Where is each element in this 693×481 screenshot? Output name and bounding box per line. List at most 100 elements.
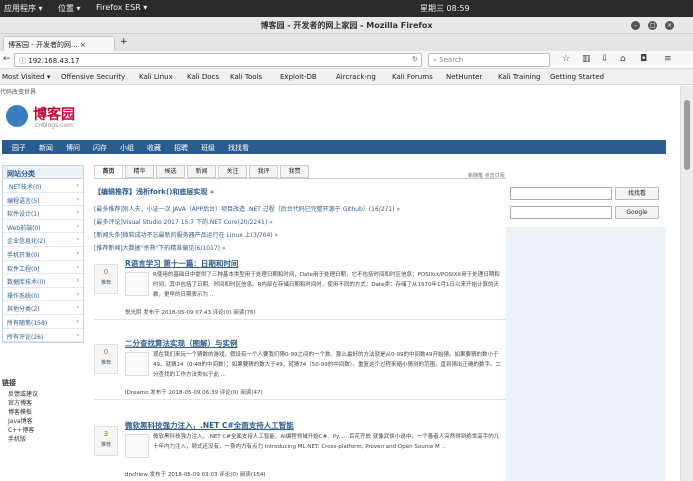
home-icon[interactable]: ⌂ xyxy=(620,54,626,64)
bookmark-aircrack-ng[interactable]: Aircrack-ng xyxy=(336,73,376,81)
back-arrow-icon[interactable]: ← xyxy=(3,54,11,64)
avatar[interactable] xyxy=(125,434,149,458)
minimize-button[interactable]: – xyxy=(631,21,640,30)
link-mobile[interactable]: 手机版 xyxy=(8,435,84,444)
post-title[interactable]: R语言学习 第十一篇：日期和时间 xyxy=(125,258,238,269)
sidebar-item[interactable]: 软件工程(0) › xyxy=(3,261,83,275)
scrollbar[interactable] xyxy=(680,86,693,481)
bookmark-kali-linux[interactable]: Kali Linux xyxy=(139,73,173,81)
vote-count: 3 xyxy=(103,430,109,438)
applications-menu[interactable]: 应用程序 ▾ xyxy=(4,3,43,14)
web-page: 代码改变世界 博客园 cnblogs.com 园子 新闻 博问 闪存 小组 收藏… xyxy=(0,86,680,481)
menu-item-zzk[interactable]: 找找看 xyxy=(228,143,249,153)
tab-picked[interactable]: 精华 xyxy=(125,165,154,178)
search-input[interactable]: ⌕ Search xyxy=(428,53,550,67)
menu-item-edu[interactable]: 班级 xyxy=(201,143,215,153)
editor-recommend[interactable]: 【编辑推荐】浅析fork()和底层实现 » xyxy=(94,187,214,197)
firefox-app-menu[interactable]: Firefox ESR ▾ xyxy=(96,3,147,12)
sidebar-item[interactable]: 企业信息化(2) › xyxy=(3,233,83,247)
hamburger-menu-icon[interactable]: ≡ xyxy=(664,54,672,64)
tab-cnblogs[interactable]: 博客园 - 开发者的网... × xyxy=(3,36,115,51)
pocket-icon[interactable]: ◘ xyxy=(640,54,647,64)
menu-item-wz[interactable]: 收藏 xyxy=(147,143,161,153)
downloads-icon[interactable]: ⇩ xyxy=(601,54,609,64)
bookmark-getting-started[interactable]: Getting Started xyxy=(550,73,604,81)
sidebar-item-label: 企业信息化(2) xyxy=(7,238,46,246)
bookmark-kali-training[interactable]: Kali Training xyxy=(498,73,541,81)
avatar[interactable] xyxy=(125,352,149,376)
site-search-button[interactable]: 找找看 xyxy=(615,187,659,200)
tab-home[interactable]: 首页 xyxy=(94,165,123,178)
menu-item-q[interactable]: 博问 xyxy=(66,143,80,153)
news-link[interactable]: [推荐新闻]大数据"杀熟"下的精准偏见(6/1017) » xyxy=(94,243,226,252)
maximize-button[interactable]: □ xyxy=(648,21,657,30)
library-icon[interactable]: ▥ xyxy=(582,54,591,64)
reload-icon[interactable]: ↻ xyxy=(412,55,418,63)
sidebar-item[interactable]: 所有随笔(158) › xyxy=(3,315,83,329)
places-menu[interactable]: 位置 ▾ xyxy=(58,3,81,14)
link-java-blog[interactable]: Java博客 xyxy=(8,417,84,426)
sidebar-item[interactable]: 数据库技术(0) › xyxy=(3,274,83,288)
sidebar-item[interactable]: 其他分类(2) › xyxy=(3,301,83,315)
vote-label: 推荐 xyxy=(100,280,111,286)
bookmark-nethunter[interactable]: NetHunter xyxy=(446,73,482,81)
tab-my-likes[interactable]: 我赞 xyxy=(280,165,309,178)
new-tab-button[interactable]: + xyxy=(120,37,128,47)
google-search-button[interactable]: Google xyxy=(615,206,659,219)
sidebar-item-label: .NET技术(0) xyxy=(7,184,42,191)
link-blog-templates[interactable]: 博客模板 xyxy=(8,408,84,417)
chevron-right-icon: › xyxy=(76,182,79,189)
bookmark-offensive-security[interactable]: Offensive Security xyxy=(61,73,125,81)
bookmark-star-icon[interactable]: ☆ xyxy=(562,54,570,64)
sidebar-item[interactable]: 软件设计(1) › xyxy=(3,206,83,220)
news-link[interactable]: [新闻头条]微软成功不忘最新的服务器产品运行在 Linux 上(3/704) » xyxy=(94,230,278,239)
site-search-input[interactable] xyxy=(510,187,612,200)
sidebar-item-label: 所有随笔(158) xyxy=(7,319,48,327)
clock[interactable]: 星期三 08:59 xyxy=(420,3,470,14)
vote-box[interactable]: 0 推荐 xyxy=(94,344,118,374)
bookmark-kali-docs[interactable]: Kali Docs xyxy=(187,73,219,81)
menu-item-job[interactable]: 招聘 xyxy=(174,143,188,153)
menu-item-yuanzi[interactable]: 园子 xyxy=(12,143,26,153)
post-title[interactable]: 二分查找算法实现（图解）与实例 xyxy=(125,338,238,349)
vote-box[interactable]: 3 推荐 xyxy=(94,426,118,456)
bookmark-kali-forums[interactable]: Kali Forums xyxy=(392,73,433,81)
link-feedback[interactable]: 反馈或建议 xyxy=(8,390,84,399)
bookmark-kali-tools[interactable]: Kali Tools xyxy=(230,73,262,81)
tab-news[interactable]: 新闻 xyxy=(187,165,216,178)
google-search-input[interactable] xyxy=(510,206,612,219)
post-title[interactable]: 微软黑科技强力注入，.NET C#全面支持人工智能 xyxy=(125,420,294,431)
sidebar-item[interactable]: 所有评论(26) › xyxy=(3,329,83,343)
tab-candidate[interactable]: 候选 xyxy=(156,165,185,178)
sidebar-item[interactable]: 操作系统(0) › xyxy=(3,288,83,302)
sidebar-item-label: 编程语言(5) xyxy=(7,197,40,205)
bookmark-exploit-db[interactable]: Exploit-DB xyxy=(280,73,317,81)
slogan: 代码改变世界 xyxy=(0,89,37,96)
avatar[interactable] xyxy=(125,272,149,296)
sidebar-item[interactable]: 手机开发(0) › xyxy=(3,247,83,261)
info-icon[interactable]: ⓘ xyxy=(19,57,28,65)
menu-item-ing[interactable]: 闪存 xyxy=(93,143,107,153)
site-menu: 园子 新闻 博问 闪存 小组 收藏 招聘 班级 找找看 xyxy=(2,140,666,154)
scrollbar-thumb[interactable] xyxy=(684,100,690,170)
url-bar[interactable]: ⓘ 192.168.43.17 ↻ xyxy=(14,53,422,67)
link-official-blog[interactable]: 官方博客 xyxy=(8,399,84,408)
sidebar-item-label: 其他分类(2) xyxy=(7,306,40,314)
sidebar-item[interactable]: .NET技术(0) › xyxy=(3,179,83,193)
link-cpp-blog[interactable]: C++博客 xyxy=(8,426,84,435)
menu-item-group[interactable]: 小组 xyxy=(120,143,134,153)
news-link[interactable]: [最多推荐]别人夫，小证一次 JAVA（APP后台）项目改造 .NET 过程（后… xyxy=(94,204,400,213)
sidebar-item-label: Web前端(0) xyxy=(7,224,41,232)
sidebar-item[interactable]: Web前端(0) › xyxy=(3,220,83,234)
category-sidebar: 网站分类 .NET技术(0) › 编程语言(5) › 软件设计(1) › Web前端(… xyxy=(2,165,84,344)
bookmark-most-visited[interactable]: Most Visited ▾ xyxy=(2,73,50,81)
tab-my-comments[interactable]: 我评 xyxy=(249,165,278,178)
menu-item-news[interactable]: 新闻 xyxy=(39,143,53,153)
tab-following[interactable]: 关注 xyxy=(218,165,247,178)
close-window-button[interactable]: × xyxy=(665,21,674,30)
vote-box[interactable]: 0 推荐 xyxy=(94,264,118,294)
right-panel xyxy=(506,227,666,481)
news-link[interactable]: [最多评论]Visual Studio 2017 15.7 下的.NET Cor… xyxy=(94,217,273,226)
sidebar-item[interactable]: 编程语言(5) › xyxy=(3,193,83,207)
sidebar-title: 网站分类 xyxy=(3,166,83,179)
